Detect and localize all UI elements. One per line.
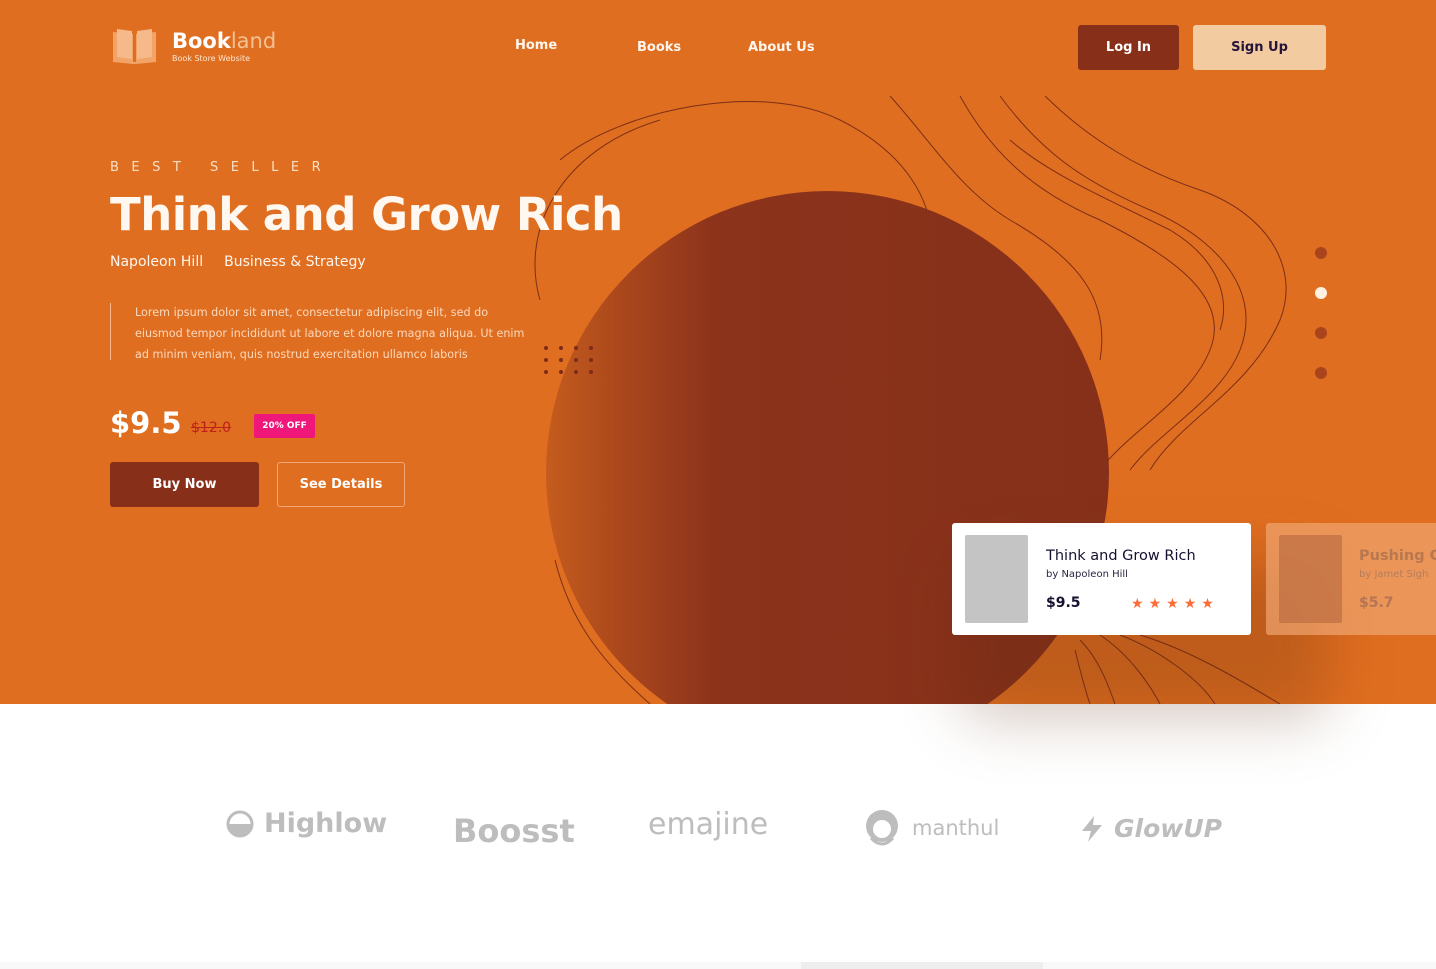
partner-logo-boosst: Boosst (453, 812, 575, 850)
half-circle-icon (226, 810, 254, 837)
person-smile-icon (866, 810, 898, 846)
book-card-price: $9.5 (1046, 595, 1081, 611)
hero-title: Think and Grow Rich (110, 188, 623, 241)
star-icon: ★ (1201, 596, 1214, 612)
book-cover (1279, 535, 1342, 623)
rating-stars: ★ ★ ★ ★ ★ (1131, 596, 1214, 612)
description-divider (110, 303, 111, 360)
book-card-author: by Napoleon Hill (1046, 569, 1128, 580)
nav-home[interactable]: Home (515, 38, 557, 58)
nav-about-us[interactable]: About Us (748, 40, 815, 60)
hero-author[interactable]: Napoleon Hill (110, 254, 203, 270)
book-cover (965, 535, 1028, 623)
next-section-tab (801, 962, 1043, 969)
dots-decoration (544, 346, 594, 374)
signup-button[interactable]: Sign Up (1193, 25, 1326, 70)
star-icon: ★ (1131, 596, 1144, 612)
book-card-author: by Jamet Sigh (1359, 569, 1429, 580)
star-icon: ★ (1183, 596, 1197, 612)
book-card-title: Pushing C (1359, 548, 1436, 564)
partner-logo-highlow: Highlow (226, 808, 387, 839)
slide-dot-2[interactable] (1315, 287, 1327, 299)
book-card-active[interactable]: Think and Grow Rich by Napoleon Hill $9.… (952, 523, 1251, 635)
hero-price: $9.5 (110, 406, 182, 440)
brand-logo[interactable]: Bookland Book Store Website (111, 27, 276, 65)
book-card-price: $5.7 (1359, 595, 1394, 611)
hero-eyebrow: BEST SELLER (110, 160, 334, 175)
hero-old-price: $12.0 (191, 420, 232, 436)
nav-books[interactable]: Books (637, 40, 681, 60)
star-icon: ★ (1166, 596, 1179, 612)
slide-dot-3[interactable] (1315, 327, 1327, 339)
book-card-next[interactable]: Pushing C by Jamet Sigh $5.7 (1266, 523, 1436, 635)
partner-logo-emajine: emajine (648, 807, 769, 842)
open-book-icon (112, 29, 157, 64)
partner-logo-manthul: manthul (862, 808, 999, 848)
hero-meta: Napoleon Hill Business & Strategy (110, 254, 366, 270)
brand-tagline: Book Store Website (172, 54, 251, 63)
slide-dot-1[interactable] (1315, 247, 1327, 259)
discount-badge: 20% OFF (254, 414, 315, 438)
buy-now-button[interactable]: Buy Now (110, 462, 259, 507)
hero-category[interactable]: Business & Strategy (224, 254, 366, 270)
next-section-edge (0, 962, 1436, 969)
see-details-button[interactable]: See Details (277, 462, 405, 507)
slide-dot-4[interactable] (1315, 367, 1327, 379)
lightning-icon (1082, 815, 1102, 842)
book-card-title: Think and Grow Rich (1046, 548, 1196, 564)
partner-logo-glowup: GlowUP (1080, 814, 1222, 843)
brand-name: Bookland (172, 29, 277, 53)
login-button[interactable]: Log In (1078, 25, 1179, 70)
star-icon: ★ (1148, 596, 1162, 612)
hero-description: Lorem ipsum dolor sit amet, consectetur … (135, 306, 525, 361)
